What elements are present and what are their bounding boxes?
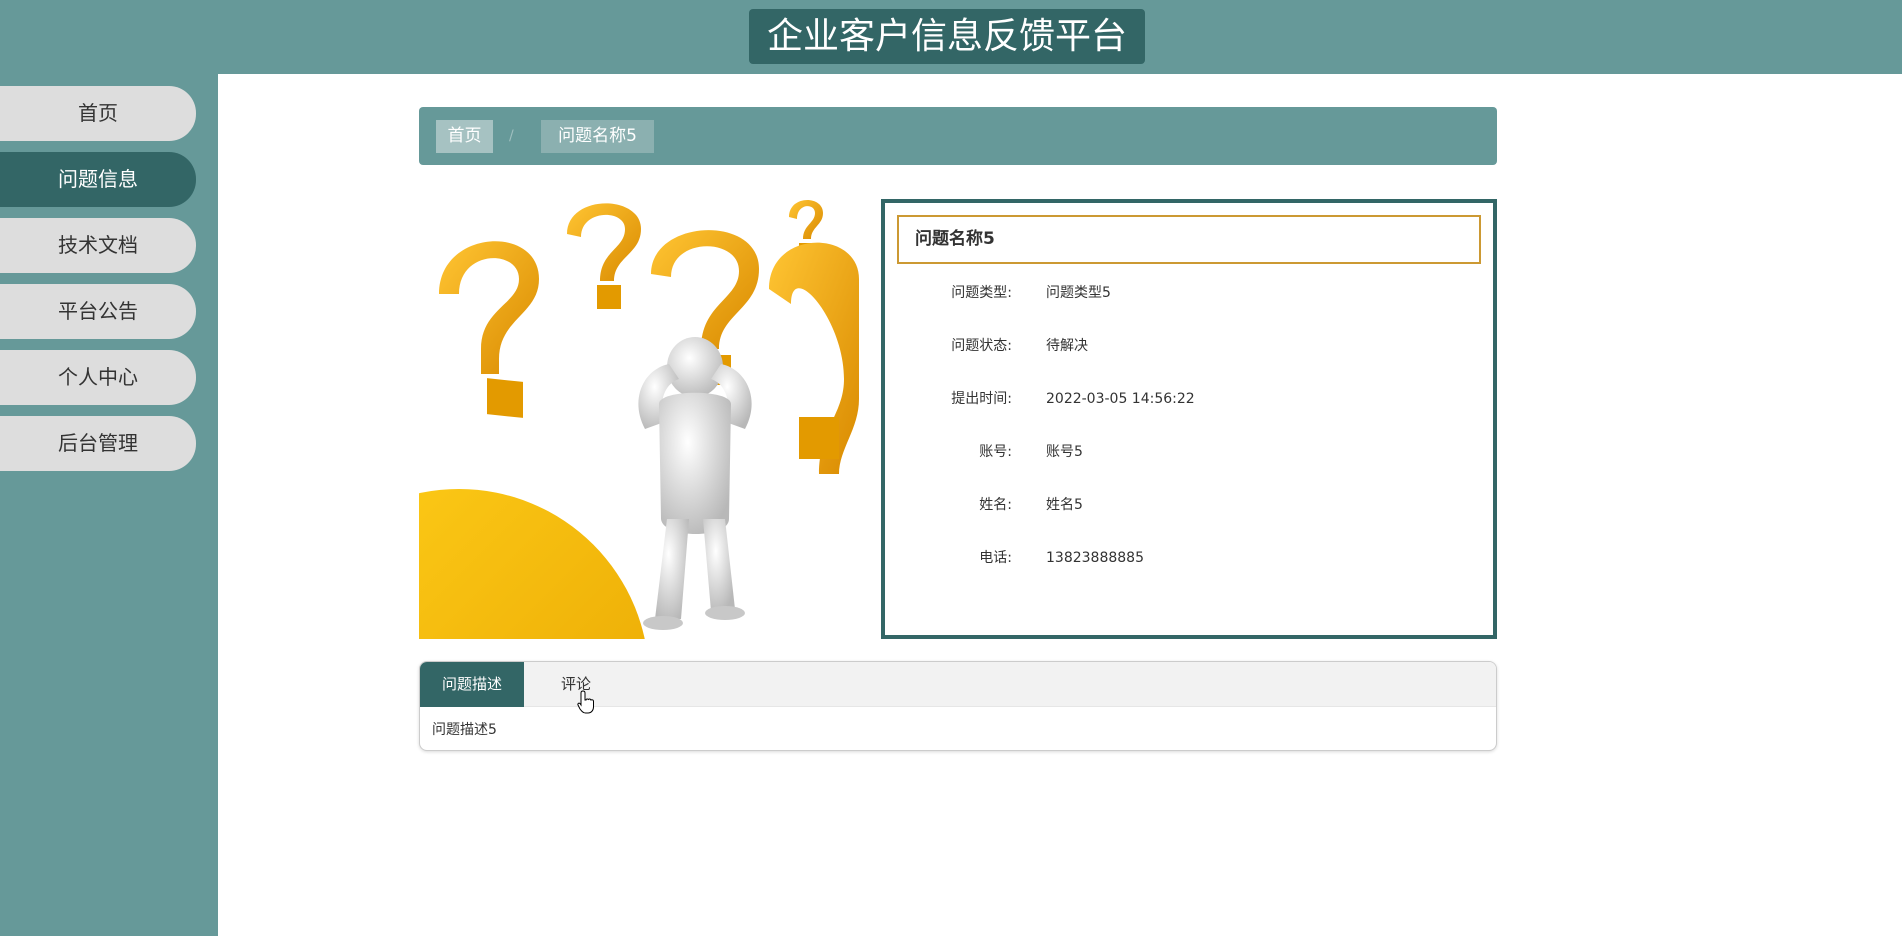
tab-comments[interactable]: 评论 — [524, 662, 628, 707]
nav-item-home[interactable]: 首页 — [0, 86, 196, 141]
site-title: 企业客户信息反馈平台 — [749, 9, 1145, 64]
detail-row-name: 姓名: 姓名5 — [885, 493, 1493, 517]
breadcrumb-current: 问题名称5 — [541, 120, 654, 153]
nav-item-questions[interactable]: 问题信息 — [0, 152, 196, 207]
detail-row-account: 账号: 账号5 — [885, 440, 1493, 464]
question-title: 问题名称5 — [897, 215, 1481, 264]
detail-label: 提出时间: — [951, 391, 1012, 407]
detail-label: 问题状态: — [951, 338, 1012, 354]
detail-row-status: 问题状态: 待解决 — [885, 334, 1493, 358]
tab-content: 问题描述5 — [432, 722, 497, 738]
breadcrumb-separator: / — [509, 128, 514, 144]
detail-row-time: 提出时间: 2022-03-05 14:56:22 — [885, 387, 1493, 411]
detail-value: 账号5 — [1046, 444, 1083, 460]
nav-item-admin[interactable]: 后台管理 — [0, 416, 196, 471]
detail-row-phone: 电话: 13823888885 — [885, 546, 1493, 570]
breadcrumb: 首页 / 问题名称5 — [419, 107, 1497, 165]
nav-item-tech-docs[interactable]: 技术文档 — [0, 218, 196, 273]
breadcrumb-home-link[interactable]: 首页 — [436, 120, 493, 153]
sidebar: 首页 问题信息 技术文档 平台公告 个人中心 后台管理 — [0, 74, 218, 936]
detail-value: 2022-03-05 14:56:22 — [1046, 391, 1195, 407]
detail-value: 13823888885 — [1046, 550, 1144, 566]
detail-label: 账号: — [979, 444, 1012, 460]
detail-value: 待解决 — [1046, 338, 1088, 354]
detail-value: 姓名5 — [1046, 497, 1083, 513]
question-marks-illustration — [419, 199, 859, 639]
tab-description[interactable]: 问题描述 — [420, 662, 524, 707]
nav-item-personal-center[interactable]: 个人中心 — [0, 350, 196, 405]
detail-label: 姓名: — [979, 497, 1012, 513]
question-detail-panel: 问题名称5 问题类型: 问题类型5 问题状态: 待解决 提出时间: 2022-0… — [881, 199, 1497, 639]
detail-value: 问题类型5 — [1046, 285, 1111, 301]
nav-item-announcements[interactable]: 平台公告 — [0, 284, 196, 339]
detail-row-type: 问题类型: 问题类型5 — [885, 281, 1493, 305]
question-image — [419, 199, 859, 639]
detail-label: 电话: — [979, 550, 1012, 566]
hand-pointer-icon — [577, 690, 594, 714]
detail-label: 问题类型: — [951, 285, 1012, 301]
header-bar: 企业客户信息反馈平台 — [0, 0, 1902, 74]
